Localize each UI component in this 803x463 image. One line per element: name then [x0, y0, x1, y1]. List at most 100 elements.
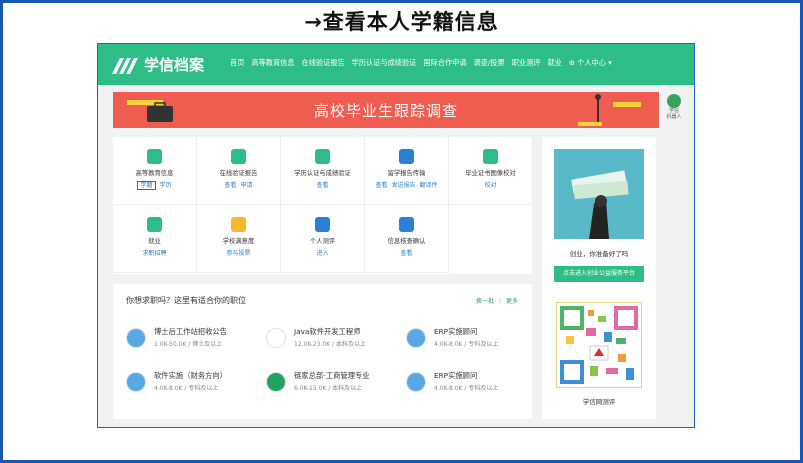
service-links: 查看 发送报告 翻译件: [365, 180, 448, 189]
user-shield-icon: [399, 217, 414, 232]
nav-menu: 首页 高等教育信息 在线验证报告 学历认证与成绩验证 国际合作申请 调查/投票 职业测评 就业…: [230, 58, 612, 68]
service-name: 个人测评: [309, 238, 336, 245]
id-card-icon: [315, 149, 330, 164]
service-link[interactable]: 翻译件: [420, 182, 438, 189]
service-name: 高等教育信息: [135, 170, 174, 177]
clipboard-check-icon: [315, 217, 330, 232]
job-title: 博士后工作站招收公告: [154, 327, 227, 336]
service-link[interactable]: 查看: [224, 182, 236, 189]
service-link[interactable]: 发送报告: [391, 182, 415, 189]
service-link[interactable]: 查看: [375, 182, 387, 189]
job-salary: 4.0K-8.0K / 专科及以上: [154, 385, 219, 392]
job-item[interactable]: ERP实施顾问 4.0K-8.0K / 专科及以上: [406, 324, 541, 354]
services-panel: 高等教育信息 学籍 学历 在线验证报告 查看 申请 学历认证与成绩验证 查看 留学报告传输 查看发…: [113, 137, 533, 274]
service-link[interactable]: 校对: [484, 182, 496, 189]
service-link[interactable]: 申请: [241, 182, 253, 189]
job-salary: 6.0K-15.0K / 本科及以上: [294, 385, 363, 392]
survey-banner[interactable]: 高校毕业生跟踪调查: [113, 92, 659, 128]
company-logo-icon: [266, 372, 286, 392]
chatbot-helper[interactable]: 学信 机器人: [664, 94, 684, 120]
service-name: 信息核查确认: [387, 238, 426, 245]
service-links: 求职招聘: [113, 248, 196, 257]
smile-icon: [231, 217, 246, 232]
service-link[interactable]: 学籍: [137, 181, 156, 190]
company-logo-icon: [406, 372, 426, 392]
service-link[interactable]: 学历: [160, 182, 172, 189]
nav-item[interactable]: 学历认证与成绩验证: [352, 58, 417, 68]
chatbot-label: 学信 机器人: [666, 108, 682, 120]
job-salary: 12.0K-23.0K / 本科及以上: [294, 341, 366, 348]
service-link[interactable]: 求职招聘: [142, 250, 166, 257]
service-name: 就业: [148, 238, 161, 245]
service-tile[interactable]: 就业 求职招聘: [113, 205, 197, 273]
job-item[interactable]: 软件实施（财务方向） 4.0K-8.0K / 专科及以上: [126, 368, 261, 398]
entrepreneur-promo-image[interactable]: [554, 149, 644, 239]
service-tile[interactable]: 学校满意度 参与投票: [197, 205, 281, 273]
service-tile[interactable]: 高等教育信息 学籍 学历: [113, 137, 197, 205]
user-check-icon: [483, 149, 498, 164]
service-link[interactable]: 查看: [316, 182, 328, 189]
nav-item[interactable]: 职业测评: [512, 58, 541, 68]
robot-icon: [667, 94, 681, 108]
service-name: 学校满意度: [222, 238, 255, 245]
service-links: 查看: [281, 180, 364, 189]
service-links: 查看 申请: [197, 180, 280, 189]
job-title: 链家总部-工商管理专业: [294, 371, 370, 380]
nav-item[interactable]: 首页: [230, 58, 244, 68]
company-logo-icon: [406, 328, 426, 348]
promo-text: 创业，你准备好了吗: [569, 250, 629, 258]
company-logo-icon: [126, 328, 146, 348]
jobs-actions: 换一批 | 更多: [475, 298, 518, 305]
job-item[interactable]: ERP实施顾问 4.0K-8.0K / 专科及以上: [406, 368, 541, 398]
service-name: 毕业证书图像校对: [465, 170, 516, 177]
screenshot-window: 学信档案 首页 高等教育信息 在线验证报告 学历认证与成绩验证 国际合作申请 调查/投票职…: [97, 43, 695, 428]
globe-icon: [399, 149, 414, 164]
offer-icon: [147, 217, 162, 232]
enter-platform-button[interactable]: 点击进入创业公益服务平台: [554, 266, 644, 282]
nav-item[interactable]: 国际合作申请: [423, 58, 466, 68]
site-logo[interactable]: 学信档案: [112, 54, 204, 75]
nav-item[interactable]: ⊕ 个人中心 ▾: [569, 58, 612, 68]
job-title: ERP实施顾问: [434, 327, 478, 336]
company-logo-icon: [266, 328, 286, 348]
qr-label: 学信网测评: [582, 398, 616, 406]
service-tile[interactable]: 在线验证报告查看 申请: [197, 137, 281, 205]
service-links: 学籍 学历: [113, 180, 196, 190]
nav-item[interactable]: 在线验证报告: [302, 58, 345, 68]
job-title: 软件实施（财务方向）: [154, 371, 227, 380]
service-link[interactable]: 参与投票: [226, 250, 250, 257]
job-salary: 1.0K-50.0K / 博士及以上: [154, 341, 223, 348]
service-links: 进入: [281, 248, 364, 257]
shield-check-icon: [231, 149, 246, 164]
service-link[interactable]: 查看: [400, 250, 412, 257]
job-item[interactable]: Java软件开发工程师 12.0K-23.0K / 本科及以上: [266, 324, 401, 354]
service-tile[interactable]: 学历认证与成绩验证 查看: [281, 137, 365, 205]
service-tile[interactable]: 信息核查确认 查看: [365, 205, 449, 273]
banner-title: 高校毕业生跟踪调查: [313, 102, 458, 120]
top-nav: 学信档案 首页 高等教育信息 在线验证报告 学历认证与成绩验证 国际合作申请 调查/投票职…: [98, 44, 694, 85]
nav-item[interactable]: 就业: [547, 58, 561, 68]
slide-title: →查看本人学籍信息: [304, 10, 499, 34]
service-tile[interactable]: 毕业证书图像校对 校对: [449, 137, 533, 205]
nav-item[interactable]: 高等教育信息: [251, 58, 294, 68]
service-links: 校对: [449, 180, 532, 189]
service-tile[interactable]: 留学报告传输 查看 发送报告 翻译件: [365, 137, 449, 205]
job-item[interactable]: 博士后工作站招收公告 1.0K-50.0K / 博士及以上: [126, 324, 261, 354]
job-salary: 4.0K-8.0K / 专科及以上: [434, 385, 499, 392]
job-item[interactable]: 链家总部-工商管理专业 6.0K-15.0K / 本科及以上: [266, 368, 401, 398]
right-sidebar: 创业，你准备好了吗 点击进入创业公益服务平台 学信网测评: [542, 137, 656, 419]
jobs-panel: 你想求职吗？这里有适合你的职位 换一批 | 更多 博士后工作站招收公告 1.0K-50…: [113, 284, 532, 419]
service-tile[interactable]: 个人测评 进入: [281, 205, 365, 273]
job-salary: 4.0K-8.0K / 专科及以上: [434, 341, 499, 348]
more-link[interactable]: 更多: [506, 298, 518, 305]
company-logo-icon: [126, 372, 146, 392]
graduate-icon: [147, 149, 162, 164]
qr-code-image: [555, 301, 643, 389]
service-name: 在线验证报告: [219, 170, 258, 177]
job-title: ERP实施顾问: [434, 371, 478, 380]
refresh-link[interactable]: 换一批: [476, 298, 494, 305]
service-link[interactable]: 进入: [316, 250, 328, 257]
logo-icon: [112, 56, 140, 74]
service-links: 查看: [365, 248, 448, 257]
nav-item[interactable]: 调查/投票: [474, 58, 505, 68]
